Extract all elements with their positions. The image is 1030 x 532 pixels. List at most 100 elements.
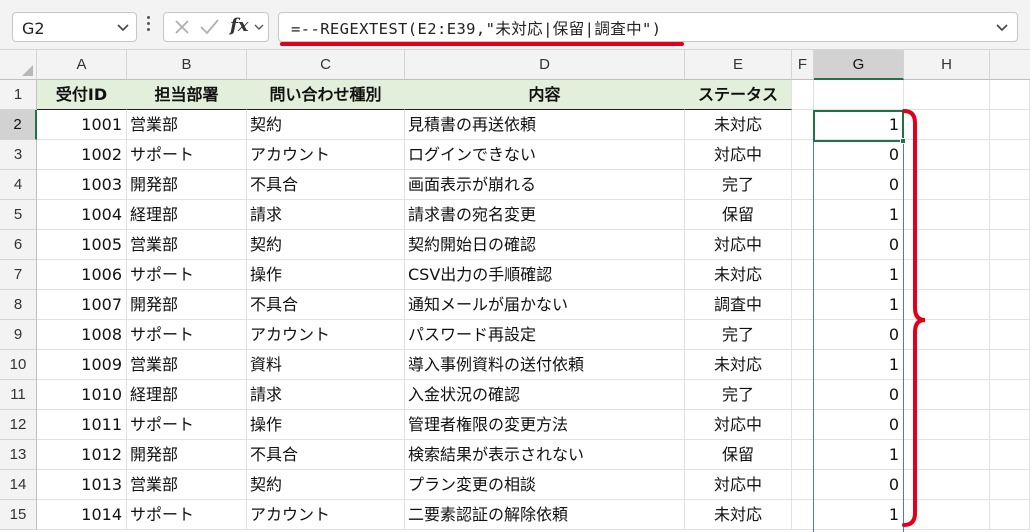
cell-i2[interactable] xyxy=(990,110,1030,140)
cell-d7[interactable]: CSV出力の手順確認 xyxy=(405,260,685,290)
cell-e14[interactable]: 対応中 xyxy=(685,470,792,500)
header-cell-a[interactable]: 受付ID xyxy=(37,80,127,110)
insert-function-icon[interactable]: fx xyxy=(230,15,248,36)
column-header-i[interactable] xyxy=(990,50,1030,80)
cell-i4[interactable] xyxy=(990,170,1030,200)
cell-f8[interactable] xyxy=(792,290,814,320)
cell-e12[interactable]: 対応中 xyxy=(685,410,792,440)
cell-b3[interactable]: サポート xyxy=(127,140,247,170)
cell-b2[interactable]: 営業部 xyxy=(127,110,247,140)
cell-c4[interactable]: 不具合 xyxy=(247,170,405,200)
cell-d14[interactable]: プラン変更の相談 xyxy=(405,470,685,500)
column-header-e[interactable]: E xyxy=(685,50,792,80)
row-header-8[interactable]: 8 xyxy=(0,290,37,320)
cell-f15[interactable] xyxy=(792,500,814,530)
row-header-15[interactable]: 15 xyxy=(0,500,37,530)
cell-c15[interactable]: アカウント xyxy=(247,500,405,530)
column-header-a[interactable]: A xyxy=(37,50,127,80)
cell-d9[interactable]: パスワード再設定 xyxy=(405,320,685,350)
cell-a4[interactable]: 1003 xyxy=(37,170,127,200)
cell-f10[interactable] xyxy=(792,350,814,380)
cell-i1[interactable] xyxy=(990,80,1030,110)
column-header-h[interactable]: H xyxy=(904,50,990,80)
row-header-11[interactable]: 11 xyxy=(0,380,37,410)
cell-f5[interactable] xyxy=(792,200,814,230)
cell-i14[interactable] xyxy=(990,470,1030,500)
cell-b7[interactable]: サポート xyxy=(127,260,247,290)
enter-icon[interactable] xyxy=(198,17,220,41)
chevron-down-icon[interactable] xyxy=(253,18,265,40)
cell-i10[interactable] xyxy=(990,350,1030,380)
chevron-down-icon[interactable] xyxy=(116,18,130,40)
row-header-14[interactable]: 14 xyxy=(0,470,37,500)
cell-b13[interactable]: 開発部 xyxy=(127,440,247,470)
cell-a3[interactable]: 1002 xyxy=(37,140,127,170)
row-header-5[interactable]: 5 xyxy=(0,200,37,230)
cell-a7[interactable]: 1006 xyxy=(37,260,127,290)
cell-f4[interactable] xyxy=(792,170,814,200)
cell-c8[interactable]: 不具合 xyxy=(247,290,405,320)
cell-b5[interactable]: 経理部 xyxy=(127,200,247,230)
cell-c3[interactable]: アカウント xyxy=(247,140,405,170)
cell-i6[interactable] xyxy=(990,230,1030,260)
cell-i11[interactable] xyxy=(990,380,1030,410)
cell-e2[interactable]: 未対応 xyxy=(685,110,792,140)
cell-e3[interactable]: 対応中 xyxy=(685,140,792,170)
cell-c13[interactable]: 不具合 xyxy=(247,440,405,470)
cell-f3[interactable] xyxy=(792,140,814,170)
header-cell-e[interactable]: ステータス xyxy=(685,80,792,110)
cell-e9[interactable]: 完了 xyxy=(685,320,792,350)
cell-d6[interactable]: 契約開始日の確認 xyxy=(405,230,685,260)
cell-f11[interactable] xyxy=(792,380,814,410)
cell-d2[interactable]: 見積書の再送依頼 xyxy=(405,110,685,140)
cell-e11[interactable]: 完了 xyxy=(685,380,792,410)
cell-c7[interactable]: 操作 xyxy=(247,260,405,290)
cell-d13[interactable]: 検索結果が表示されない xyxy=(405,440,685,470)
cell-a9[interactable]: 1008 xyxy=(37,320,127,350)
row-header-4[interactable]: 4 xyxy=(0,170,37,200)
cell-e6[interactable]: 対応中 xyxy=(685,230,792,260)
header-cell-d[interactable]: 内容 xyxy=(405,80,685,110)
cell-f2[interactable] xyxy=(792,110,814,140)
header-cell-c[interactable]: 問い合わせ種別 xyxy=(247,80,405,110)
cell-i13[interactable] xyxy=(990,440,1030,470)
cell-f7[interactable] xyxy=(792,260,814,290)
cell-a6[interactable]: 1005 xyxy=(37,230,127,260)
cell-a15[interactable]: 1014 xyxy=(37,500,127,530)
cell-b4[interactable]: 開発部 xyxy=(127,170,247,200)
expand-formula-bar-icon[interactable] xyxy=(995,18,1009,40)
column-header-g[interactable]: G xyxy=(814,50,904,80)
cell-c2[interactable]: 契約 xyxy=(247,110,405,140)
cell-h1[interactable] xyxy=(904,80,990,110)
cell-e15[interactable]: 未対応 xyxy=(685,500,792,530)
row-header-3[interactable]: 3 xyxy=(0,140,37,170)
active-cell-g2[interactable] xyxy=(813,110,906,144)
cell-f12[interactable] xyxy=(792,410,814,440)
cell-a12[interactable]: 1011 xyxy=(37,410,127,440)
column-header-d[interactable]: D xyxy=(405,50,685,80)
cell-e13[interactable]: 保留 xyxy=(685,440,792,470)
cell-b14[interactable]: 営業部 xyxy=(127,470,247,500)
column-header-b[interactable]: B xyxy=(127,50,247,80)
cell-f14[interactable] xyxy=(792,470,814,500)
row-header-13[interactable]: 13 xyxy=(0,440,37,470)
cell-i5[interactable] xyxy=(990,200,1030,230)
cell-b11[interactable]: 経理部 xyxy=(127,380,247,410)
cell-i15[interactable] xyxy=(990,500,1030,530)
cancel-icon[interactable] xyxy=(172,17,192,41)
cell-b12[interactable]: サポート xyxy=(127,410,247,440)
cell-i3[interactable] xyxy=(990,140,1030,170)
cell-a10[interactable]: 1009 xyxy=(37,350,127,380)
cell-a14[interactable]: 1013 xyxy=(37,470,127,500)
cell-d5[interactable]: 請求書の宛名変更 xyxy=(405,200,685,230)
cell-d12[interactable]: 管理者権限の変更方法 xyxy=(405,410,685,440)
cell-e8[interactable]: 調査中 xyxy=(685,290,792,320)
cell-e10[interactable]: 未対応 xyxy=(685,350,792,380)
cell-d15[interactable]: 二要素認証の解除依頼 xyxy=(405,500,685,530)
cell-c6[interactable]: 契約 xyxy=(247,230,405,260)
row-header-9[interactable]: 9 xyxy=(0,320,37,350)
formula-input[interactable]: =--REGEXTEST(E2:E39,"未対応|保留|調査中") xyxy=(278,12,1018,42)
cell-d10[interactable]: 導入事例資料の送付依頼 xyxy=(405,350,685,380)
cell-c12[interactable]: 操作 xyxy=(247,410,405,440)
cell-b6[interactable]: 営業部 xyxy=(127,230,247,260)
